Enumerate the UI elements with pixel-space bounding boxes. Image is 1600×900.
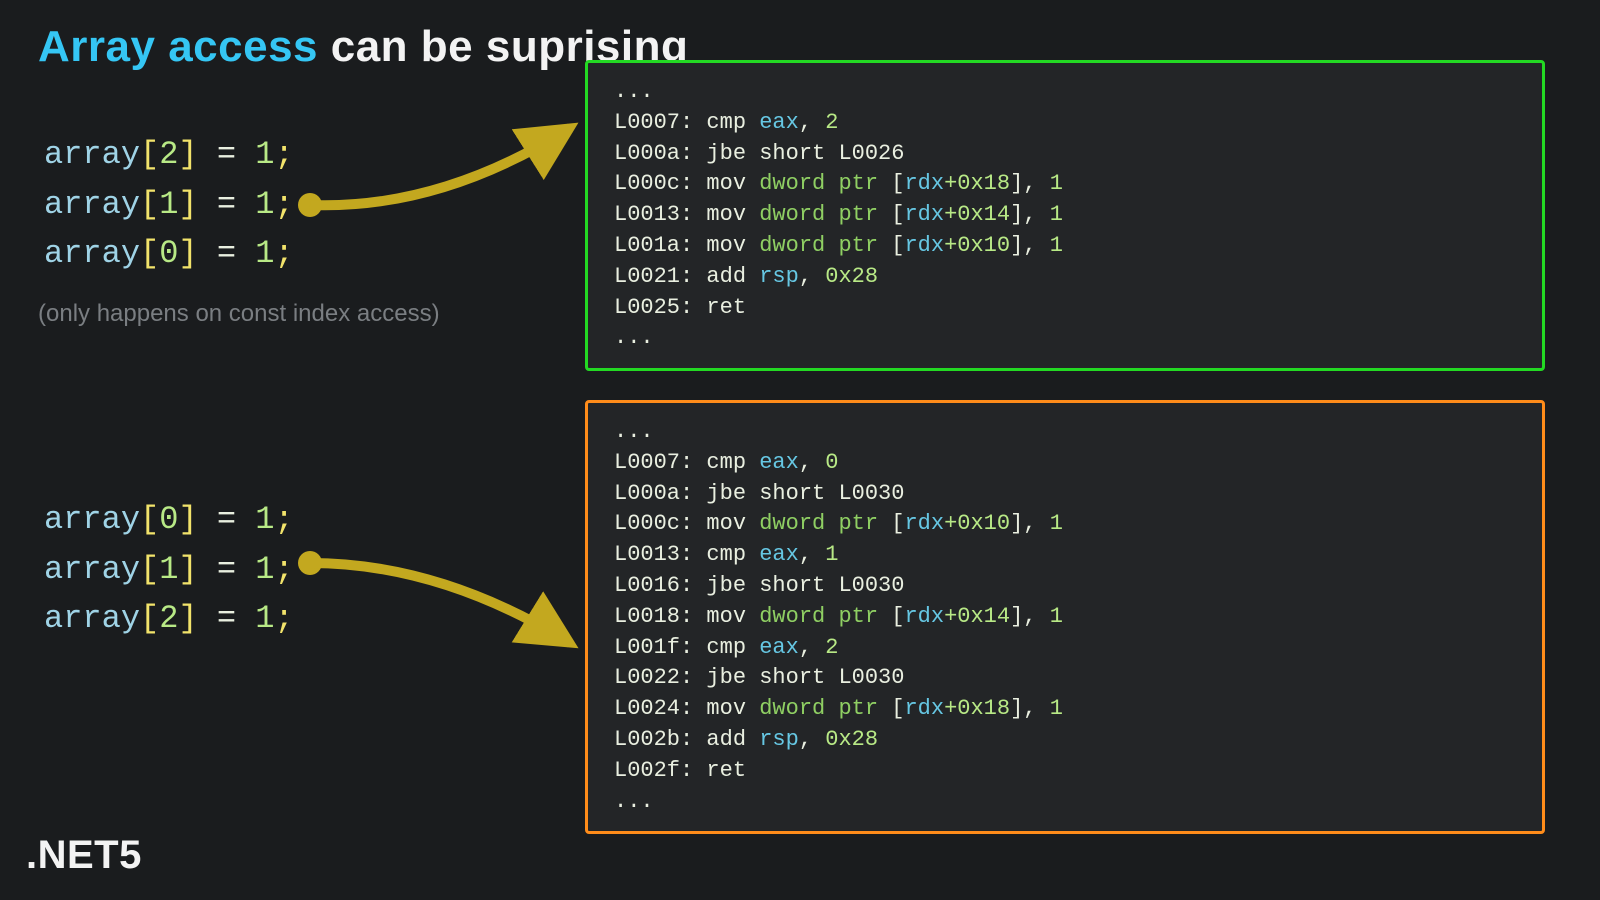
asm-output-optimized: ... L0007: cmp eax, 2 L000a: jbe short L…	[585, 60, 1545, 371]
csharp-code-descending: array[2] = 1; array[1] = 1; array[0] = 1…	[44, 130, 294, 279]
asm-output-unoptimized: ... L0007: cmp eax, 0 L000a: jbe short L…	[585, 400, 1545, 834]
csharp-code-ascending: array[0] = 1; array[1] = 1; array[2] = 1…	[44, 495, 294, 644]
footer-dotnet5: .NET5	[26, 833, 142, 878]
note-const-index: (only happens on const index access)	[38, 300, 440, 328]
arrow-upper	[300, 100, 600, 220]
title-accent: Array access	[38, 22, 318, 71]
arrow-lower	[300, 548, 600, 678]
